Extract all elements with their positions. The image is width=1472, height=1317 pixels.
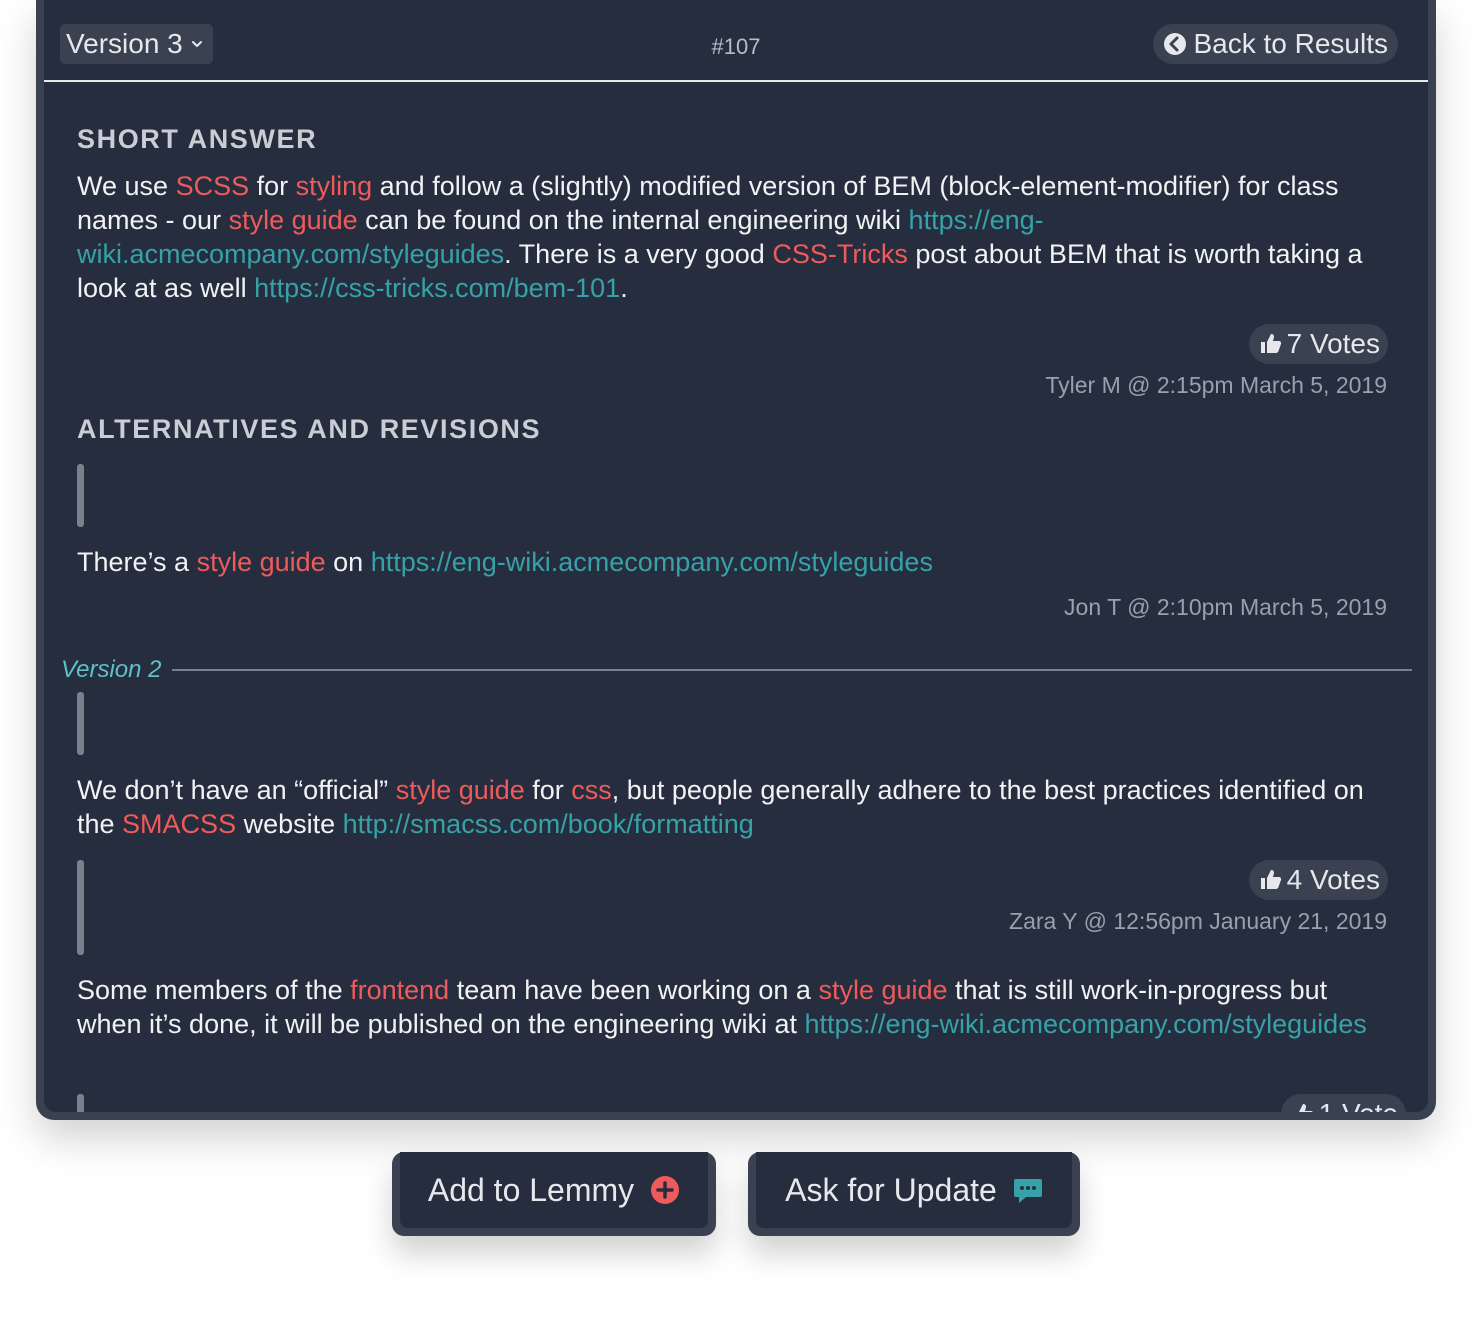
- back-to-results-label: Back to Results: [1193, 28, 1388, 59]
- short-answer-text: We use SCSS for styling and follow a (sl…: [77, 171, 1363, 303]
- quote-bar: [77, 692, 84, 755]
- back-to-results-button[interactable]: Back to Results: [1153, 24, 1398, 64]
- css-tricks-link[interactable]: https://css-tricks.com/bem-101: [254, 273, 620, 303]
- arrow-left-circle-icon: [1164, 33, 1187, 55]
- keyword-highlight: style guide: [395, 775, 525, 805]
- alternatives-heading: ALTERNATIVES AND REVISIONS: [77, 414, 542, 444]
- smacss-link[interactable]: http://smacss.com/book/formatting: [343, 809, 754, 839]
- alternative-author: Jon T @ 2:10pm March 5, 2019: [1064, 594, 1387, 620]
- alternative-text: Some members of the frontend team have b…: [77, 975, 1367, 1039]
- alternative-author: Zara Y @ 12:56pm January 21, 2019: [1009, 908, 1387, 934]
- keyword-highlight: css: [571, 775, 612, 805]
- thumbs-up-icon: [1260, 334, 1281, 353]
- plus-circle-icon: [651, 1176, 680, 1204]
- quote-bar: [77, 860, 84, 955]
- chat-bubble-icon: [1013, 1179, 1042, 1203]
- keyword-highlight: SMACSS: [122, 809, 237, 839]
- keyword-highlight: style guide: [228, 205, 358, 235]
- version-divider-label: Version 2: [61, 656, 162, 683]
- keyword-highlight: frontend: [350, 975, 450, 1005]
- keyword-highlight: style guide: [196, 547, 326, 577]
- thumbs-up-icon: [1292, 1104, 1313, 1112]
- answer-author: Tyler M @ 2:15pm March 5, 2019: [1045, 372, 1387, 398]
- ask-for-update-label: Ask for Update: [785, 1171, 997, 1208]
- wiki-link[interactable]: https://eng-wiki.acmecompany.com/stylegu…: [371, 547, 933, 577]
- keyword-highlight: SCSS: [175, 171, 250, 201]
- vote-count: 1 Vote: [1319, 1098, 1398, 1112]
- vote-button[interactable]: 7 Votes: [1248, 324, 1388, 364]
- thumbs-up-icon: [1260, 870, 1281, 889]
- panel-header: Version 3 #107 Back to Results: [44, 0, 1428, 82]
- alternative-text: There’s a style guide on https://eng-wik…: [77, 547, 933, 577]
- vote-count: 4 Votes: [1286, 864, 1380, 895]
- alternative-text: We don’t have an “official” style guide …: [77, 775, 1364, 839]
- version-divider-line: [172, 669, 1412, 671]
- ask-for-update-button[interactable]: Ask for Update: [748, 1152, 1080, 1236]
- quote-bar: [77, 464, 84, 527]
- quote-bar: [77, 1094, 84, 1112]
- wiki-link[interactable]: https://eng-wiki.acmecompany.com/stylegu…: [804, 1009, 1366, 1039]
- vote-button[interactable]: 4 Votes: [1248, 860, 1388, 900]
- keyword-highlight: style guide: [818, 975, 948, 1005]
- add-to-lemmy-label: Add to Lemmy: [427, 1171, 635, 1208]
- short-answer-heading: SHORT ANSWER: [77, 124, 318, 154]
- keyword-highlight: styling: [295, 171, 373, 201]
- keyword-highlight: CSS-Tricks: [772, 239, 908, 269]
- vote-count: 7 Votes: [1286, 328, 1380, 359]
- answer-panel: Version 3 #107 Back to Results SHORT ANS…: [36, 0, 1436, 1120]
- answer-panel-content[interactable]: Version 3 #107 Back to Results SHORT ANS…: [44, 0, 1428, 1112]
- vote-button[interactable]: 1 Vote: [1280, 1094, 1406, 1112]
- add-to-lemmy-button[interactable]: Add to Lemmy: [392, 1152, 716, 1236]
